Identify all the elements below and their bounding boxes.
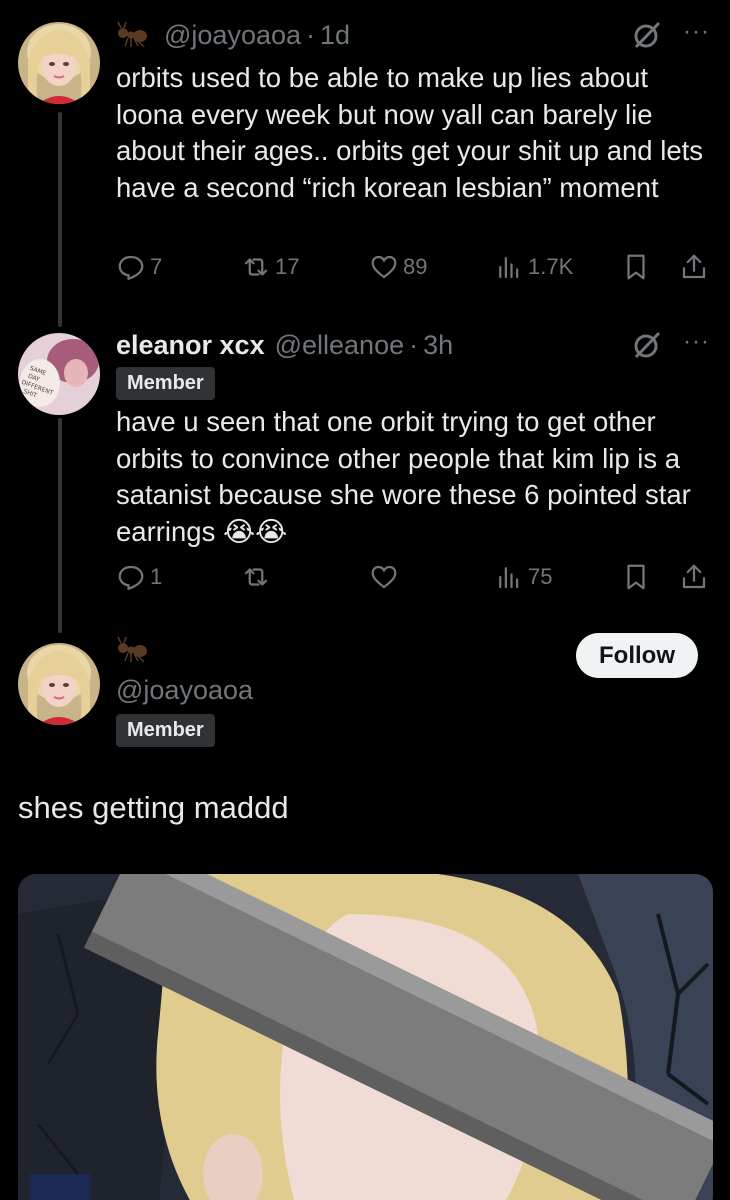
tweet-text: have u seen that one orbit trying to get… bbox=[116, 406, 691, 547]
views-button[interactable]: 75 bbox=[494, 562, 552, 592]
thread-line bbox=[58, 112, 62, 327]
bookmark-button[interactable] bbox=[621, 252, 655, 282]
display-name[interactable]: eleanor xcx bbox=[116, 330, 265, 361]
avatar[interactable]: SAME DAY DIFFERENT SHIT bbox=[18, 333, 100, 415]
grok-icon[interactable] bbox=[632, 20, 662, 50]
views-icon bbox=[499, 257, 519, 279]
action-bar: 1 75 bbox=[116, 562, 710, 598]
reply-count: 1 bbox=[150, 564, 163, 589]
share-button[interactable] bbox=[679, 252, 713, 282]
avatar[interactable] bbox=[18, 643, 100, 725]
views-icon bbox=[499, 567, 519, 589]
like-icon bbox=[371, 565, 397, 589]
post-text: shes getting maddd bbox=[18, 790, 289, 825]
separator-dot: · bbox=[306, 19, 316, 50]
ant-icon bbox=[116, 21, 148, 49]
reply-icon bbox=[118, 565, 144, 590]
timestamp[interactable]: 3h bbox=[423, 330, 453, 361]
share-icon bbox=[682, 254, 706, 279]
thread-line bbox=[58, 418, 62, 633]
follow-button[interactable]: Follow bbox=[576, 633, 698, 678]
views-count: 1.7K bbox=[528, 254, 574, 279]
like-count: 89 bbox=[403, 254, 428, 279]
like-button[interactable] bbox=[369, 562, 403, 592]
views-count: 75 bbox=[528, 564, 553, 589]
repost-icon bbox=[244, 568, 268, 586]
member-badge: Member bbox=[116, 367, 215, 400]
ant-icon bbox=[116, 636, 148, 664]
more-icon[interactable]: ··· bbox=[683, 20, 710, 44]
reply-count: 7 bbox=[150, 254, 163, 279]
reply-icon bbox=[118, 255, 144, 280]
action-bar: 7 17 89 1.7K bbox=[116, 252, 710, 288]
handle[interactable]: @elleanoe bbox=[275, 330, 405, 361]
share-button[interactable] bbox=[679, 562, 713, 592]
more-icon[interactable]: ··· bbox=[683, 330, 710, 354]
like-button[interactable]: 89 bbox=[369, 252, 427, 282]
bookmark-icon bbox=[627, 564, 645, 590]
share-icon bbox=[682, 564, 706, 589]
member-badge: Member bbox=[116, 714, 215, 747]
tweet-text: orbits used to be able to make up lies a… bbox=[116, 62, 704, 203]
reply-button[interactable]: 7 bbox=[116, 252, 162, 282]
repost-count: 17 bbox=[275, 254, 300, 279]
reply-button[interactable]: 1 bbox=[116, 562, 162, 592]
grok-icon[interactable] bbox=[632, 330, 662, 360]
handle[interactable]: @joayoaoa bbox=[164, 20, 301, 51]
repost-button[interactable] bbox=[241, 562, 275, 592]
repost-button[interactable]: 17 bbox=[241, 252, 299, 282]
avatar[interactable] bbox=[18, 22, 100, 104]
bookmark-button[interactable] bbox=[621, 562, 655, 592]
bookmark-icon bbox=[627, 254, 645, 280]
post-image[interactable] bbox=[18, 874, 713, 1200]
timestamp[interactable]: 1d bbox=[320, 20, 350, 51]
like-icon bbox=[371, 255, 397, 279]
separator-dot: · bbox=[409, 329, 419, 360]
repost-icon bbox=[244, 258, 268, 276]
views-button[interactable]: 1.7K bbox=[494, 252, 573, 282]
